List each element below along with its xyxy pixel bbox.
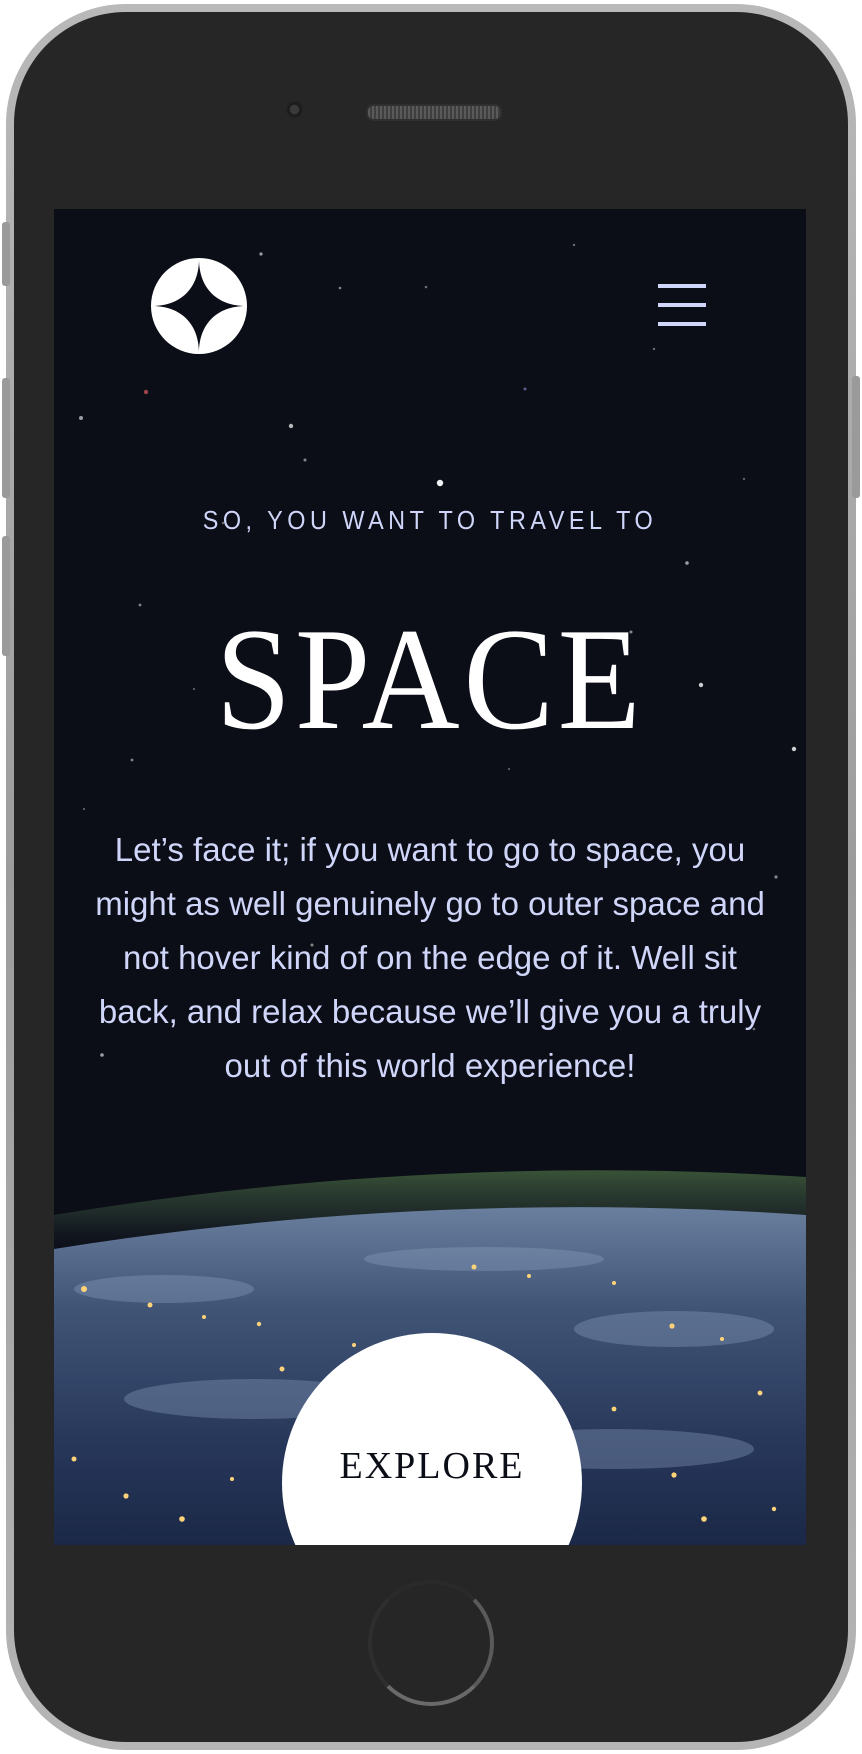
phone-volume-up-button (2, 378, 10, 498)
home-logo[interactable] (151, 258, 247, 354)
explore-button-label: EXPLORE (339, 1445, 525, 1487)
menu-bar-middle (658, 303, 706, 307)
home-button[interactable] (368, 1580, 494, 1706)
hero-title: SPACE (215, 598, 645, 760)
hamburger-menu-icon[interactable] (658, 284, 706, 328)
hero-description: Let’s face it; if you want to go to spac… (95, 831, 765, 1084)
earpiece-speaker (366, 104, 502, 121)
phone-power-button (852, 376, 860, 498)
phone-side-button (2, 222, 10, 286)
hero-eyebrow: SO, YOU WANT TO TRAVEL TO (202, 505, 658, 535)
phone-volume-down-button (2, 536, 10, 656)
front-camera (286, 101, 303, 118)
menu-bar-top (658, 284, 706, 288)
phone-screen: SO, YOU WANT TO TRAVEL TO SPACE Let’s fa… (54, 209, 806, 1545)
four-point-star-logo-icon (152, 259, 246, 353)
menu-bar-bottom (658, 322, 706, 326)
